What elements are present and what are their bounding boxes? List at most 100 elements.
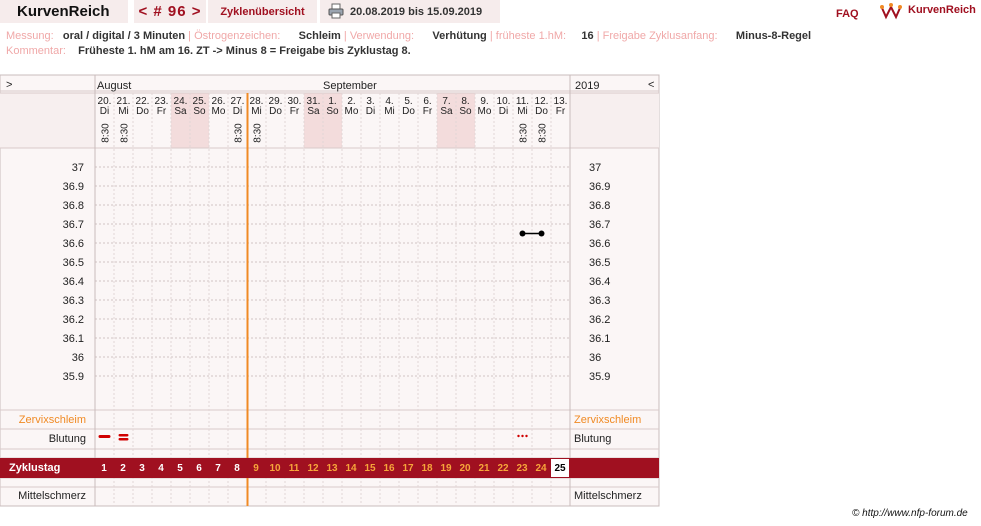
temp-label-right: 35.9 bbox=[589, 371, 610, 383]
measurement-time: 8:30 bbox=[101, 123, 112, 143]
day-weekday: Fr bbox=[290, 106, 300, 117]
temp-label-right: 36 bbox=[589, 352, 601, 364]
day-weekday: Mi bbox=[118, 106, 129, 117]
measurement-time: 8:30 bbox=[519, 123, 530, 143]
mittelschmerz-label-left: Mittelschmerz bbox=[18, 490, 86, 502]
cycle-day-number[interactable]: 2 bbox=[114, 459, 132, 477]
temp-label-right: 36.7 bbox=[589, 219, 610, 231]
bleeding-strong-mark bbox=[118, 434, 129, 437]
day-weekday: Di bbox=[499, 106, 508, 117]
cycle-day-number[interactable]: 4 bbox=[152, 459, 170, 477]
temp-label-left: 36.6 bbox=[63, 238, 84, 250]
temp-label-left: 36.4 bbox=[63, 276, 84, 288]
temp-label-right: 36.6 bbox=[589, 238, 610, 250]
spotting-dot bbox=[521, 434, 524, 438]
cycle-day-number[interactable]: 19 bbox=[437, 459, 455, 477]
bleeding-medium-mark bbox=[98, 435, 111, 438]
measurement-time: 8:30 bbox=[538, 123, 549, 143]
day-weekday: Do bbox=[269, 106, 282, 117]
spotting-dot bbox=[525, 434, 528, 438]
bleeding-strong-mark bbox=[118, 438, 129, 441]
measurement-time: 8:30 bbox=[234, 123, 245, 143]
day-weekday: Di bbox=[100, 106, 109, 117]
cycle-day-number[interactable]: 1 bbox=[95, 459, 113, 477]
temp-label-right: 36.5 bbox=[589, 257, 610, 269]
temp-label-left: 36.2 bbox=[63, 314, 84, 326]
day-weekday: Mo bbox=[478, 106, 492, 117]
day-weekday: Fr bbox=[423, 106, 433, 117]
cycle-chart: 20.Di8:3021.Mi8:3022.Do23.Fr24.Sa25.So26… bbox=[0, 74, 660, 507]
temp-label-left: 36.8 bbox=[63, 200, 84, 212]
temp-label-right: 36.1 bbox=[589, 333, 610, 345]
day-weekday: Fr bbox=[556, 106, 566, 117]
temp-label-left: 36.7 bbox=[63, 219, 84, 231]
header-left-block bbox=[0, 93, 95, 148]
cycle-day-number[interactable]: 14 bbox=[342, 459, 360, 477]
zervix-label-left: Zervixschleim bbox=[18, 414, 86, 426]
year-label: 2019 bbox=[575, 80, 600, 92]
day-weekday: Sa bbox=[440, 106, 453, 117]
cycle-day-number[interactable]: 7 bbox=[209, 459, 227, 477]
cycle-day-number[interactable]: 18 bbox=[418, 459, 436, 477]
cycle-day-number[interactable]: 15 bbox=[361, 459, 379, 477]
temp-label-right: 36.2 bbox=[589, 314, 610, 326]
cycle-day-number[interactable]: 13 bbox=[323, 459, 341, 477]
cycle-day-number[interactable]: 23 bbox=[513, 459, 531, 477]
temp-label-left: 36.9 bbox=[63, 181, 84, 193]
cycle-day-number[interactable]: 3 bbox=[133, 459, 151, 477]
header-right-block bbox=[570, 93, 659, 148]
day-weekday: Sa bbox=[174, 106, 187, 117]
blutung-label-right: Blutung bbox=[574, 433, 612, 445]
measurement-time: 8:30 bbox=[253, 123, 264, 143]
cycle-day-number[interactable]: 20 bbox=[456, 459, 474, 477]
cycle-day-number[interactable]: 24 bbox=[532, 459, 550, 477]
temp-label-right: 36.8 bbox=[589, 200, 610, 212]
nav-prev-button[interactable]: > bbox=[6, 79, 12, 91]
temp-label-left: 35.9 bbox=[63, 371, 84, 383]
day-weekday: Mi bbox=[384, 106, 395, 117]
temp-label-right: 36.4 bbox=[589, 276, 610, 288]
cycle-day-number[interactable]: 5 bbox=[171, 459, 189, 477]
nav-next-button[interactable]: < bbox=[648, 79, 654, 91]
day-weekday: Di bbox=[233, 106, 242, 117]
temp-label-left: 36.1 bbox=[63, 333, 84, 345]
blutung-label-left: Blutung bbox=[48, 433, 86, 445]
zyklustag-label: Zyklustag bbox=[9, 462, 61, 474]
temp-point bbox=[538, 230, 545, 237]
day-weekday: Mi bbox=[517, 106, 528, 117]
cycle-day-number[interactable]: 21 bbox=[475, 459, 493, 477]
day-weekday: Mo bbox=[345, 106, 359, 117]
cycle-day-number[interactable]: 6 bbox=[190, 459, 208, 477]
month-august: August bbox=[97, 80, 132, 92]
day-weekday: Do bbox=[136, 106, 149, 117]
cycle-day-number[interactable]: 22 bbox=[494, 459, 512, 477]
day-weekday: Mo bbox=[212, 106, 226, 117]
day-weekday: Di bbox=[366, 106, 375, 117]
mittelschmerz-label-right: Mittelschmerz bbox=[574, 490, 642, 502]
cycle-day-number[interactable]: 16 bbox=[380, 459, 398, 477]
day-weekday: So bbox=[459, 106, 472, 117]
cycle-day-number[interactable]: 12 bbox=[304, 459, 322, 477]
temp-label-right: 36.9 bbox=[589, 181, 610, 193]
temp-label-left: 36 bbox=[72, 352, 84, 364]
cycle-day-number[interactable]: 17 bbox=[399, 459, 417, 477]
zervix-label-right: Zervixschleim bbox=[574, 414, 642, 426]
cycle-day-number[interactable]: 9 bbox=[247, 459, 265, 477]
day-weekday: Do bbox=[402, 106, 415, 117]
temp-label-left: 37 bbox=[72, 162, 84, 174]
day-weekday: Sa bbox=[307, 106, 320, 117]
day-weekday: So bbox=[326, 106, 339, 117]
cycle-day-number[interactable]: 8 bbox=[228, 459, 246, 477]
cycle-day-number[interactable]: 25 bbox=[551, 459, 569, 477]
temp-label-right: 36.3 bbox=[589, 295, 610, 307]
cycle-day-number[interactable]: 11 bbox=[285, 459, 303, 477]
cycle-day-number[interactable]: 10 bbox=[266, 459, 284, 477]
temp-label-right: 37 bbox=[589, 162, 601, 174]
measurement-time: 8:30 bbox=[120, 123, 131, 143]
temp-point bbox=[519, 230, 526, 237]
copyright-footer: © http://www.nfp-forum.de bbox=[852, 508, 968, 519]
day-weekday: Do bbox=[535, 106, 548, 117]
month-september: September bbox=[323, 80, 377, 92]
spotting-dot bbox=[517, 434, 520, 438]
temp-label-left: 36.3 bbox=[63, 295, 84, 307]
